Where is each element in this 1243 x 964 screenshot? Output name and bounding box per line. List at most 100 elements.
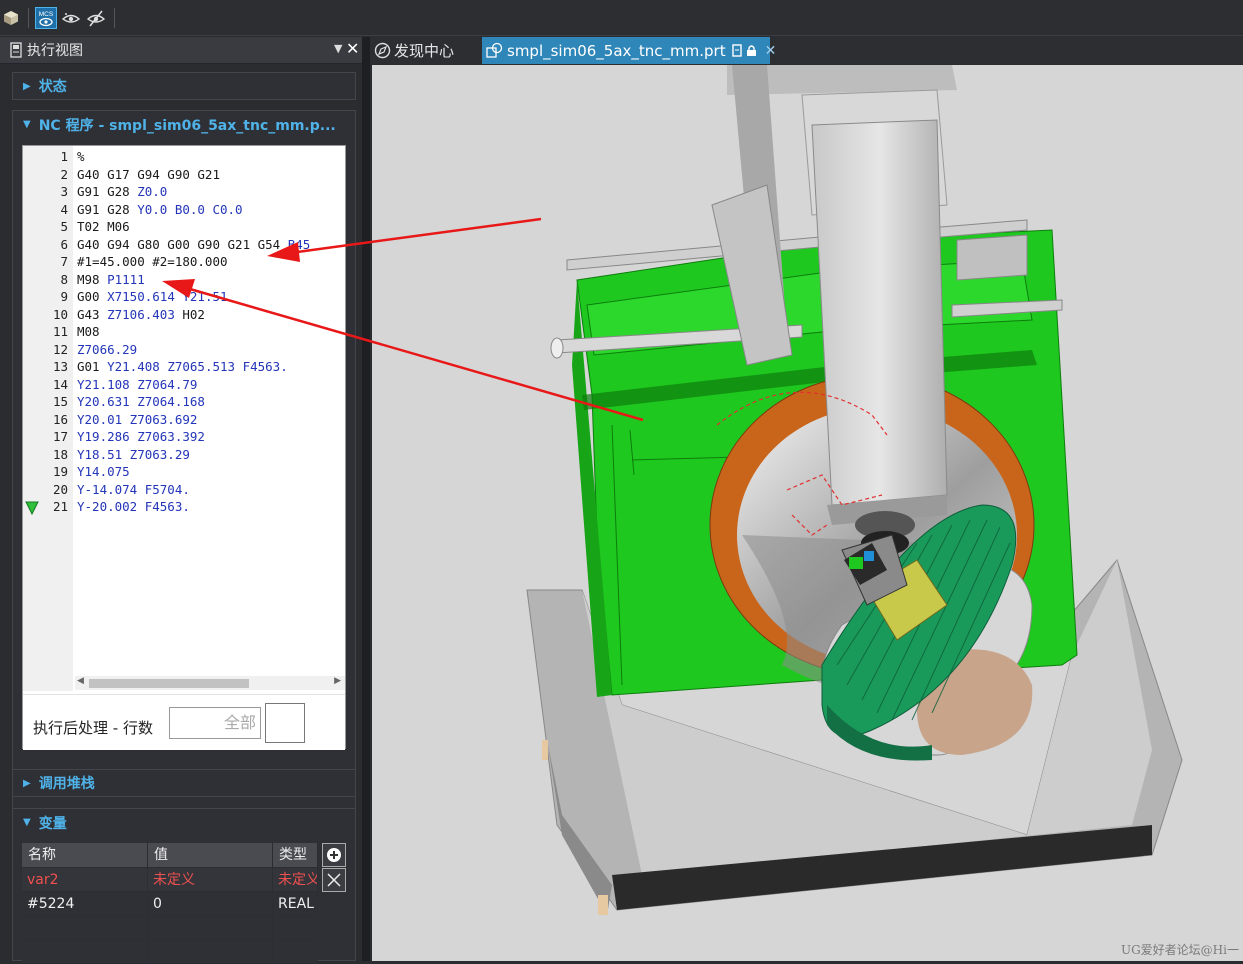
nc-code-line[interactable]: G91 G28 Y0.0 B0.0 C0.0 <box>77 201 243 219</box>
line-number: 11 <box>52 324 68 339</box>
line-number: 20 <box>52 481 68 497</box>
execution-view-panel: 执行视图 ▼ ✕ ▶ 状态 ▼ NC 程序 - smpl_sim06_5ax_t… <box>0 37 362 964</box>
post-process-button[interactable] <box>265 703 305 743</box>
nc-code-line[interactable]: Y-20.002 F4563. <box>77 498 190 516</box>
scroll-right-icon[interactable]: ▶ <box>334 676 341 686</box>
nc-code-line[interactable]: Y19.286 Z7063.392 <box>77 428 205 446</box>
document-tabbar: 发现中心 smpl_sim06_5ax_tnc_mm.prt ✕ <box>370 37 1243 64</box>
nc-code-line[interactable]: G43 Z7106.403 H02 <box>77 306 205 324</box>
variable-name <box>22 940 148 964</box>
nc-code-line[interactable]: Y-14.074 F5704. <box>77 481 190 499</box>
nc-code-line[interactable]: G40 G94 G80 G00 G90 G21 G54 B45 <box>77 236 310 254</box>
nc-code-line[interactable]: % <box>77 148 85 166</box>
nc-program-editor[interactable]: 1 2 3 4 5 6 7 8 9 10 11 12 13 14 15 16 17 18 19 20 21 % G40 G… <box>22 145 346 750</box>
variable-row[interactable] <box>22 915 318 940</box>
variable-type: 未定义 <box>273 868 318 892</box>
part-file-icon <box>486 42 503 59</box>
line-number: 12 <box>52 341 68 357</box>
graphics-viewport[interactable]: UG爱好者论坛@Hi一 <box>372 65 1243 961</box>
variable-row[interactable]: var2 未定义 未定义 <box>22 867 318 892</box>
eye-icon[interactable] <box>60 7 82 29</box>
eye-hide-icon[interactable] <box>85 7 107 29</box>
nc-code-line[interactable]: G00 X7150.614 Y21.51 <box>77 288 228 306</box>
machine-model: UG爱好者论坛@Hi一 <box>526 65 1239 957</box>
line-number: 9 <box>60 289 68 304</box>
line-number-gutter: 1 2 3 4 5 6 7 8 9 10 11 12 13 14 15 16 17 18 19 20 21 <box>23 146 73 691</box>
discovery-icon <box>374 42 391 59</box>
post-process-label: 执行后处理 - 行数 <box>33 719 153 737</box>
line-number: 18 <box>52 446 68 462</box>
line-number: 16 <box>52 411 68 427</box>
variable-value <box>148 916 273 940</box>
line-number: 2 <box>60 166 68 182</box>
variable-type: REAL <box>273 892 318 916</box>
line-number: 1 <box>60 149 68 164</box>
variable-type <box>273 940 318 964</box>
nc-code-line[interactable]: G40 G17 G94 G90 G21 <box>77 166 220 184</box>
plus-icon <box>327 848 341 862</box>
line-number: 8 <box>60 271 68 287</box>
panel-titlebar: 执行视图 ▼ ✕ <box>0 37 362 64</box>
variables-table: 名称 值 类型 var2 未定义 未定义 #5224 0 REAL <box>22 843 318 964</box>
variable-type <box>273 916 318 940</box>
section-call-stack[interactable]: ▶ 调用堆栈 <box>12 769 356 797</box>
panel-dropdown-icon[interactable]: ▼ <box>334 42 342 55</box>
collapse-icon: ▼ <box>23 119 31 130</box>
horizontal-scrollbar[interactable]: ◀ ▶ <box>75 676 345 690</box>
variables-header[interactable]: ▼ 变量 <box>13 809 355 836</box>
nc-code-line[interactable]: Y21.108 Z7064.79 <box>77 376 197 394</box>
line-number: 19 <box>52 464 68 479</box>
panel-icon <box>10 42 22 58</box>
variable-row[interactable] <box>22 939 318 964</box>
variable-row[interactable]: #5224 0 REAL <box>22 891 318 916</box>
line-number: 10 <box>52 306 68 322</box>
nc-code-line[interactable]: #1=45.000 #2=180.000 <box>77 253 228 271</box>
line-number: 15 <box>52 394 68 409</box>
mcs-label: MCS <box>39 11 54 18</box>
nc-code-line[interactable]: G91 G28 Z0.0 <box>77 183 167 201</box>
section-status[interactable]: ▶ 状态 <box>12 72 356 100</box>
nc-code-line[interactable]: Y18.51 Z7063.29 <box>77 446 190 464</box>
scrollbar-thumb[interactable] <box>89 679 249 688</box>
tab-discovery-center[interactable]: 发现中心 <box>374 37 478 64</box>
scroll-left-icon[interactable]: ◀ <box>77 676 84 686</box>
section-status-label: 状态 <box>38 79 67 95</box>
line-number: 4 <box>60 201 68 217</box>
nc-code-line[interactable]: Y20.631 Z7064.168 <box>77 393 205 411</box>
nc-code-line[interactable]: M98 P1111 <box>77 271 145 289</box>
add-variable-button[interactable] <box>322 843 346 867</box>
expand-icon: ▶ <box>23 777 31 789</box>
mcs-icon[interactable]: MCS <box>35 7 57 29</box>
variables-table-header: 名称 值 类型 <box>22 843 318 867</box>
line-number: 5 <box>60 219 68 234</box>
nc-code-line[interactable]: G01 Y21.408 Z7065.513 F4563. <box>77 358 288 376</box>
post-process-row: 执行后处理 - 行数 全部 <box>23 694 345 750</box>
nc-code-line[interactable]: M08 <box>77 323 100 341</box>
col-value[interactable]: 值 <box>148 843 273 867</box>
line-number: 17 <box>52 429 68 444</box>
variable-name: #5224 <box>22 892 148 916</box>
top-toolbar: MCS <box>0 0 1243 36</box>
panel-splitter[interactable] <box>362 37 370 961</box>
close-icon[interactable]: ✕ <box>346 39 359 58</box>
current-line-marker-icon <box>25 500 39 516</box>
nc-code-line[interactable]: Y14.075 <box>77 463 130 481</box>
col-type[interactable]: 类型 <box>273 843 318 867</box>
col-name[interactable]: 名称 <box>22 843 148 867</box>
delete-variable-button[interactable] <box>322 868 346 892</box>
cube-icon[interactable] <box>0 7 22 29</box>
tab-close-icon[interactable]: ✕ <box>765 43 777 59</box>
lock-icon <box>746 44 757 57</box>
nc-code-line[interactable]: Y20.01 Z7063.692 <box>77 411 197 429</box>
collapse-icon: ▼ <box>23 817 31 828</box>
watermark: UG爱好者论坛@Hi一 <box>1121 943 1239 957</box>
line-number: 13 <box>52 359 68 374</box>
line-count-input[interactable]: 全部 <box>169 707 261 739</box>
tab-part-file[interactable]: smpl_sim06_5ax_tnc_mm.prt ✕ <box>482 37 776 64</box>
nc-code-line[interactable]: T02 M06 <box>77 218 130 236</box>
variable-value: 未定义 <box>148 868 273 892</box>
nc-code-line[interactable]: Z7066.29 <box>77 341 137 359</box>
expand-icon: ▶ <box>23 80 31 92</box>
nc-program-header[interactable]: ▼ NC 程序 - smpl_sim06_5ax_tnc_mm.p... <box>13 111 355 138</box>
section-call-stack-label: 调用堆栈 <box>38 776 95 792</box>
